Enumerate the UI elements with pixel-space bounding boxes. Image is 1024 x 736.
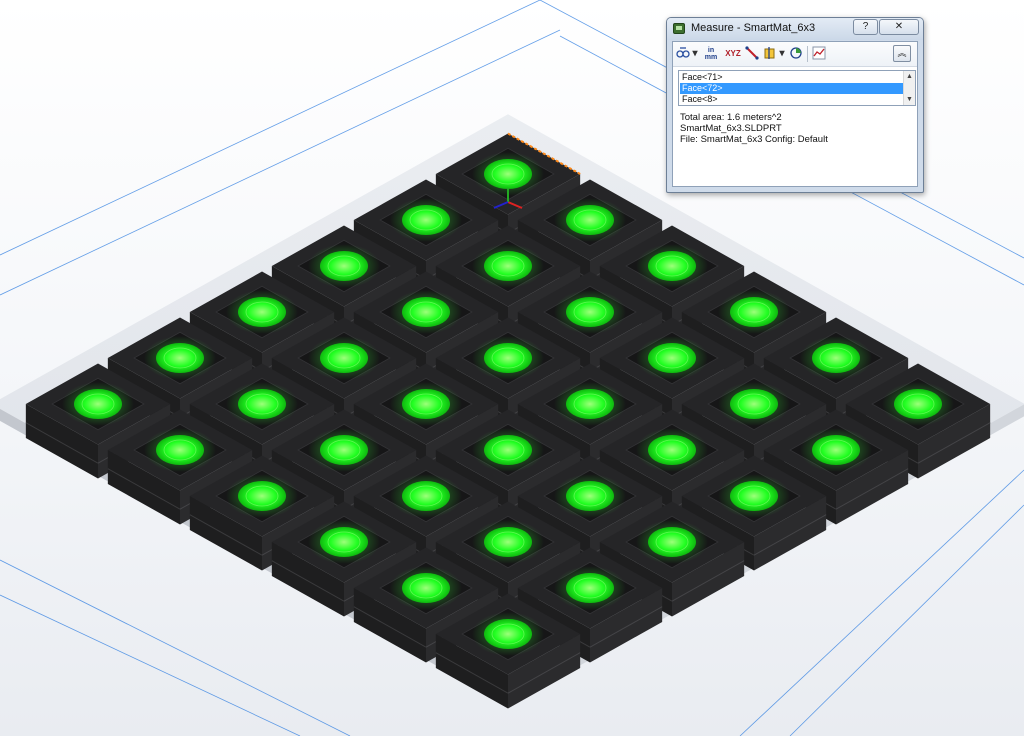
help-button[interactable]: ? — [853, 19, 878, 35]
led-light — [566, 389, 614, 419]
dialog-title: Measure - SmartMat_6x3 — [691, 22, 816, 34]
selection-scrollbar[interactable]: ▲ ▼ — [903, 71, 915, 105]
led-light — [648, 343, 696, 373]
led-light — [320, 251, 368, 281]
guide-line — [0, 594, 301, 736]
list-item-selected[interactable]: Face<72> — [680, 83, 903, 94]
xyz-label: XYZ — [725, 49, 741, 58]
led-light — [894, 389, 942, 419]
led-light — [402, 481, 450, 511]
arc-circle-options-icon[interactable] — [676, 46, 690, 62]
total-area-text: Total area: 1.6 meters^2 — [680, 112, 782, 123]
led-light — [320, 435, 368, 465]
led-light — [812, 343, 860, 373]
led-light — [402, 205, 450, 235]
scroll-up-icon[interactable]: ▲ — [904, 71, 915, 82]
units-bottom-label: mm — [704, 54, 718, 61]
led-light — [730, 297, 778, 327]
led-light — [156, 435, 204, 465]
led-light — [812, 435, 860, 465]
guide-line — [789, 504, 1024, 736]
xyz-dimensions-icon[interactable]: XYZ — [723, 46, 743, 62]
graphics-viewport[interactable]: Measure - SmartMat_6x3 ? ✕ ▾ in mm XYZ ▾… — [0, 0, 1024, 736]
led-light — [648, 251, 696, 281]
led-light — [484, 435, 532, 465]
selection-list[interactable]: Face<71> Face<72> Face<8> ▲ ▼ — [678, 70, 916, 106]
units-top-label: in — [707, 47, 715, 54]
led-light — [402, 573, 450, 603]
measure-tape-icon — [673, 23, 685, 34]
dropdown-arrow-icon[interactable]: ▾ — [691, 46, 699, 62]
led-light — [566, 481, 614, 511]
led-light — [730, 481, 778, 511]
measure-toolbar: ▾ in mm XYZ ▾ ︽ — [673, 42, 917, 67]
led-light — [402, 297, 450, 327]
collapse-button[interactable]: ︽ — [893, 45, 911, 62]
dropdown-arrow-icon[interactable]: ▾ — [778, 46, 786, 62]
led-light — [156, 343, 204, 373]
led-light — [484, 251, 532, 281]
led-light — [238, 389, 286, 419]
file-name-text: SmartMat_6x3.SLDPRT — [680, 123, 782, 134]
units-precision-icon[interactable]: in mm — [703, 46, 719, 62]
toolbar-separator — [807, 46, 808, 62]
led-light — [484, 343, 532, 373]
close-button[interactable]: ✕ — [879, 19, 919, 35]
scroll-down-icon[interactable]: ▼ — [904, 94, 915, 105]
list-item[interactable]: Face<8> — [680, 94, 903, 105]
measurement-history-icon[interactable] — [812, 46, 826, 62]
led-light — [74, 389, 122, 419]
point-to-point-icon[interactable] — [745, 46, 759, 62]
led-light — [320, 527, 368, 557]
led-light — [566, 205, 614, 235]
measure-dialog[interactable]: Measure - SmartMat_6x3 ? ✕ ▾ in mm XYZ ▾… — [666, 17, 924, 193]
led-light — [320, 343, 368, 373]
projection-on-icon[interactable] — [763, 46, 777, 62]
led-light — [648, 527, 696, 557]
led-light — [566, 297, 614, 327]
button-grid — [25, 133, 991, 709]
led-light — [484, 527, 532, 557]
dialog-body: ▾ in mm XYZ ▾ ︽ Face<71> Face<72> Face<8… — [672, 41, 918, 187]
dialog-titlebar[interactable]: Measure - SmartMat_6x3 ? ✕ — [667, 18, 923, 40]
file-config-text: File: SmartMat_6x3 Config: Default — [680, 134, 828, 145]
led-light — [648, 435, 696, 465]
led-light — [402, 389, 450, 419]
led-light — [238, 297, 286, 327]
led-light — [484, 159, 532, 189]
led-light — [730, 389, 778, 419]
led-light — [484, 619, 532, 649]
led-light — [238, 481, 286, 511]
list-item[interactable]: Face<71> — [680, 72, 903, 83]
measure-results: Total area: 1.6 meters^2 SmartMat_6x3.SL… — [680, 112, 916, 145]
led-light — [566, 573, 614, 603]
mass-properties-icon[interactable] — [789, 46, 803, 62]
